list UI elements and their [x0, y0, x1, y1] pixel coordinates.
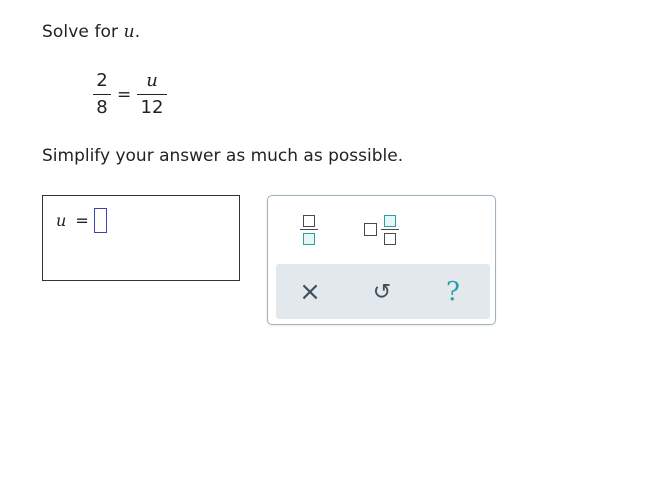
answer-variable: u	[56, 211, 67, 230]
undo-icon: ↺	[372, 279, 392, 305]
prompt-variable: u	[123, 22, 135, 42]
fraction-button[interactable]	[292, 208, 326, 250]
left-fraction: 2 8	[93, 70, 111, 118]
right-fraction: u 12	[137, 70, 167, 118]
mixed-number-icon	[362, 212, 400, 246]
left-numerator: 2	[96, 70, 108, 91]
mixed-number-button[interactable]	[356, 208, 406, 250]
answer-label: u =	[56, 211, 89, 230]
right-denominator: 12	[140, 97, 164, 118]
left-denominator: 8	[96, 97, 108, 118]
right-numerator: u	[146, 70, 158, 91]
answer-equals: =	[75, 211, 89, 230]
left-fraction-bar	[93, 94, 111, 95]
prompt-text: Solve for	[42, 22, 124, 42]
answer-input[interactable]	[94, 208, 107, 233]
fraction-icon	[299, 212, 319, 246]
close-icon: ×	[299, 277, 321, 307]
clear-button[interactable]: ×	[292, 274, 328, 310]
problem-prompt: Solve for u.	[42, 22, 140, 42]
answer-area[interactable]	[42, 195, 240, 281]
equals-sign: =	[117, 85, 132, 105]
help-icon: ?	[446, 277, 460, 307]
help-button[interactable]: ?	[435, 274, 471, 310]
prompt-period: .	[134, 22, 141, 42]
instruction-text: Simplify your answer as much as possible…	[42, 146, 404, 166]
right-fraction-bar	[137, 94, 167, 95]
undo-button[interactable]: ↺	[364, 274, 400, 310]
